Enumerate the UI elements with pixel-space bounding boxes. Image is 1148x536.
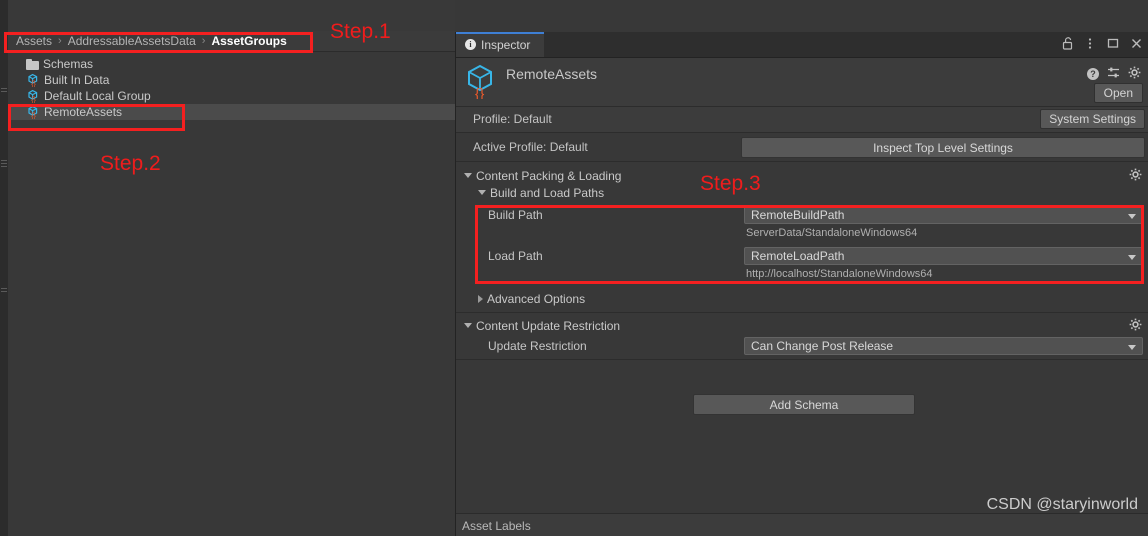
close-icon[interactable] (1129, 36, 1143, 50)
window-controls (1060, 36, 1143, 50)
addressable-group-icon: {} (26, 73, 40, 88)
inspector-header-icons: ? (1087, 66, 1141, 82)
content-update-header[interactable]: Content Update Restriction (456, 317, 1148, 334)
svg-text:{}: {} (31, 81, 36, 87)
build-path-preview: ServerData/StandaloneWindows64 (746, 227, 918, 239)
inspect-top-level-settings-button[interactable]: Inspect Top Level Settings (741, 137, 1145, 158)
chevron-right-icon (478, 294, 483, 303)
tree-item-schemas[interactable]: Schemas (8, 56, 455, 72)
svg-text:{}: {} (31, 113, 36, 119)
build-and-load-paths-title: Build and Load Paths (490, 185, 605, 200)
update-restriction-value: Can Change Post Release (751, 339, 894, 353)
tab-label: Inspector (481, 37, 531, 52)
gear-icon[interactable] (1129, 318, 1142, 334)
content-update-foldout[interactable]: Content Update Restriction (464, 317, 1148, 334)
content-packing-title: Content Packing & Loading (476, 168, 622, 183)
addressables-groups-window: Assets › AddressableAssetsData › AssetGr… (0, 0, 455, 536)
update-restriction-row: Update Restriction Can Change Post Relea… (456, 334, 1148, 359)
annotation-step-2: Step.2 (100, 152, 161, 175)
breadcrumb-separator: › (201, 35, 206, 47)
gear-icon[interactable] (1129, 168, 1142, 184)
content-packing-foldout[interactable]: Content Packing & Loading (464, 167, 1148, 184)
tab-inspector[interactable]: i Inspector (456, 32, 545, 57)
build-path-dropdown[interactable]: RemoteBuildPath (744, 206, 1143, 224)
chevron-down-icon (1128, 255, 1136, 260)
lock-icon[interactable] (1060, 36, 1074, 50)
active-profile-row: Active Profile: Default Inspect Top Leve… (456, 133, 1148, 162)
update-restriction-dropdown[interactable]: Can Change Post Release (744, 337, 1143, 355)
build-path-value: RemoteBuildPath (751, 208, 845, 222)
breadcrumb-item-assetgroups[interactable]: AssetGroups (211, 34, 286, 48)
folder-icon (26, 58, 39, 70)
open-button[interactable]: Open (1093, 83, 1143, 103)
tree-item-label: Schemas (43, 57, 94, 71)
asset-labels-label: Asset Labels (462, 519, 531, 533)
watermark: CSDN @staryinworld (986, 496, 1138, 513)
help-icon[interactable]: ? (1087, 68, 1099, 80)
svg-text:{}: {} (475, 85, 485, 99)
load-path-preview: http://localhost/StandaloneWindows64 (746, 268, 933, 280)
build-path-label: Build Path (488, 208, 543, 222)
content-packing-header[interactable]: Content Packing & Loading (456, 167, 1148, 184)
annotation-step-1: Step.1 (330, 20, 391, 43)
load-path-label: Load Path (488, 249, 543, 263)
tree-item-label: Default Local Group (44, 89, 151, 103)
tree-item-remoteassets[interactable]: {} RemoteAssets (8, 104, 455, 120)
chevron-down-icon (1128, 345, 1136, 350)
build-and-load-paths-foldout[interactable]: Build and Load Paths (456, 184, 1148, 201)
kebab-menu-icon[interactable] (1083, 36, 1097, 50)
annotation-step-3: Step.3 (700, 172, 761, 195)
chevron-down-icon (464, 323, 472, 328)
preset-icon[interactable] (1107, 66, 1120, 82)
profile-label: Profile: Default (473, 112, 552, 126)
breadcrumb-item-assets[interactable]: Assets (16, 34, 52, 48)
advanced-options-title: Advanced Options (487, 291, 586, 306)
tree-item-built-in-data[interactable]: {} Built In Data (8, 72, 455, 88)
inspector-window: i Inspector {} RemoteAssets ? Open Profi… (455, 32, 1148, 536)
maximize-icon[interactable] (1106, 36, 1120, 50)
addressable-group-icon: {} (463, 63, 497, 102)
breadcrumb-separator: › (58, 35, 62, 47)
add-schema-button[interactable]: Add Schema (693, 394, 915, 415)
info-icon: i (465, 39, 476, 50)
inspector-object-name: RemoteAssets (506, 66, 598, 82)
section-content-update-restriction: Content Update Restriction Update Restri… (456, 313, 1148, 360)
inspector-tab-bar: i Inspector (456, 32, 1148, 58)
gear-icon[interactable] (1128, 66, 1141, 82)
asset-groups-tree: Schemas {} Built In Data {} Default Loca… (8, 52, 455, 536)
load-path-value: RemoteLoadPath (751, 249, 845, 263)
tree-item-default-local-group[interactable]: {} Default Local Group (8, 88, 455, 104)
inspector-object-header: {} RemoteAssets ? Open (456, 58, 1148, 107)
section-content-packing-and-loading: Content Packing & Loading Build and Load… (456, 162, 1148, 313)
system-settings-button[interactable]: System Settings (1040, 109, 1145, 129)
load-path-dropdown[interactable]: RemoteLoadPath (744, 247, 1143, 265)
update-restriction-label: Update Restriction (488, 339, 587, 353)
profile-bar: Profile: Default System Settings (456, 107, 1148, 133)
addressable-group-icon: {} (26, 89, 40, 104)
chevron-down-icon (1128, 214, 1136, 219)
breadcrumb-item-addressableassetsdata[interactable]: AddressableAssetsData (68, 34, 196, 48)
svg-text:{}: {} (31, 97, 36, 103)
asset-labels-bar[interactable]: Asset Labels (456, 513, 1148, 536)
tree-item-label: RemoteAssets (44, 105, 123, 119)
chevron-down-icon (478, 190, 486, 195)
build-path-row: Build Path RemoteBuildPath ServerData/St… (456, 203, 1148, 239)
tree-item-label: Built In Data (44, 73, 110, 87)
chevron-down-icon (464, 173, 472, 178)
addressable-group-icon: {} (26, 105, 40, 120)
content-update-title: Content Update Restriction (476, 318, 621, 333)
active-profile-label: Active Profile: Default (473, 140, 588, 154)
advanced-options-foldout[interactable]: Advanced Options (456, 290, 1148, 307)
load-path-row: Load Path RemoteLoadPath http://localhos… (456, 244, 1148, 280)
